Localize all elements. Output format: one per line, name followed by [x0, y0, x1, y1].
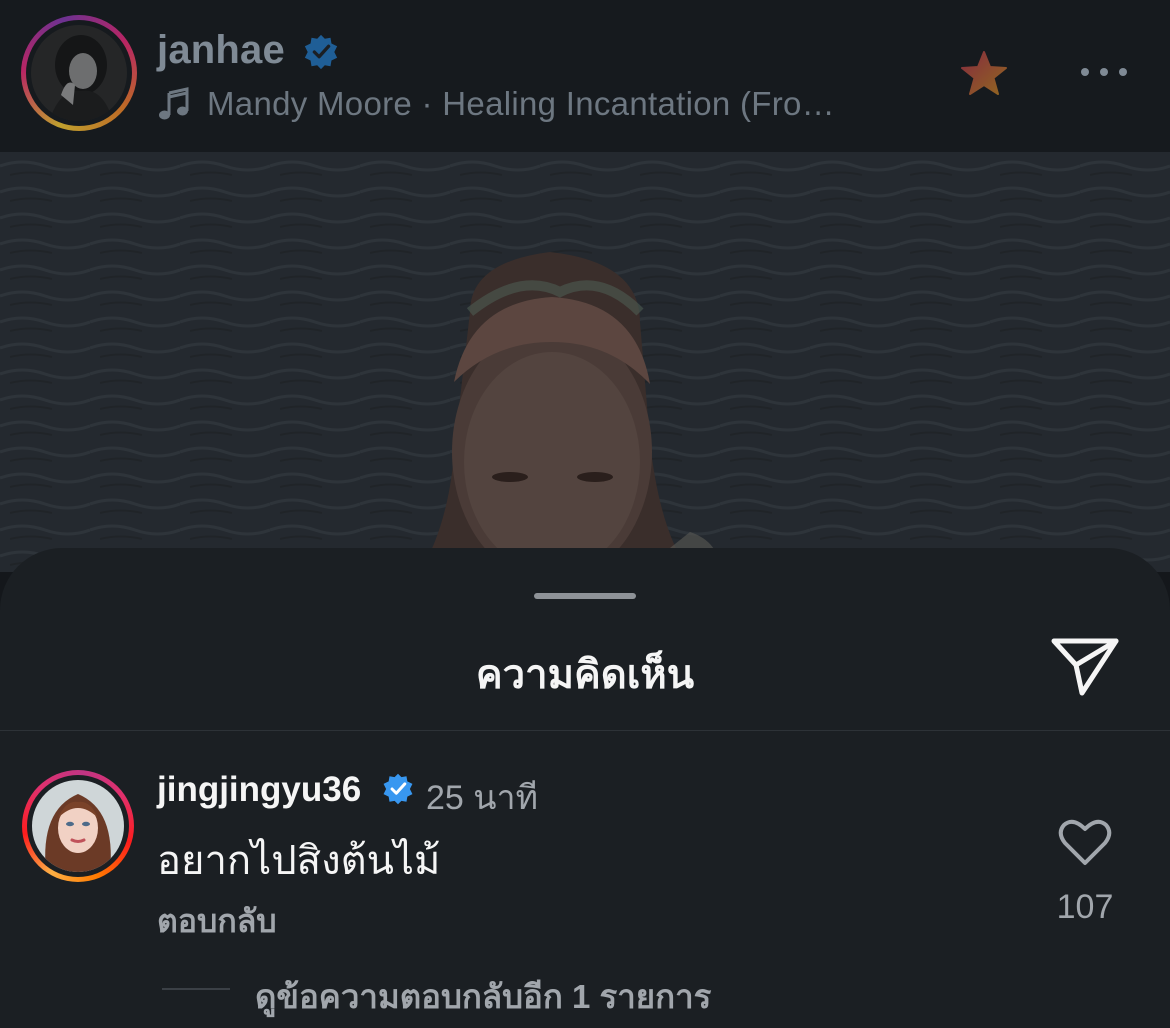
send-icon[interactable]	[1050, 633, 1122, 697]
sheet-divider	[0, 730, 1170, 731]
verified-badge-icon	[383, 773, 413, 805]
more-horizontal-icon[interactable]	[1078, 60, 1130, 84]
like-count: 107	[1056, 888, 1114, 926]
header-avatar-ring[interactable]	[21, 15, 137, 131]
post-username[interactable]: janhae	[157, 28, 285, 73]
comment-avatar-ring[interactable]	[22, 770, 134, 882]
comment-item: jingjingyu36 25 นาที อยากไปสิงต้นไม้ ตอบ…	[0, 748, 1170, 1028]
reply-button[interactable]: ตอบกลับ	[157, 896, 277, 947]
replies-divider-line	[162, 988, 230, 990]
comment-avatar[interactable]	[32, 780, 124, 872]
comment-username[interactable]: jingjingyu36	[157, 770, 361, 810]
music-note-icon	[159, 87, 189, 120]
sheet-title: ความคิดเห็น	[475, 653, 695, 697]
post-header: janhae Mandy Moore · Healing Incantation…	[0, 0, 1170, 152]
comment-timestamp: 25 นาที	[426, 779, 539, 817]
sheet-grabber[interactable]	[534, 593, 636, 599]
verified-badge-icon	[304, 34, 338, 70]
music-attribution[interactable]: Mandy Moore · Healing Incantation (Fro…	[157, 82, 835, 126]
comment-text: อยากไปสิงต้นไม้	[157, 839, 441, 883]
heart-outline-icon[interactable]	[1058, 818, 1112, 866]
music-text: Mandy Moore · Healing Incantation (Fro…	[207, 85, 835, 122]
screen: janhae Mandy Moore · Healing Incantation…	[0, 0, 1170, 1028]
star-icon[interactable]	[958, 50, 1010, 98]
post-image[interactable]	[0, 152, 1170, 572]
comments-sheet: ความคิดเห็น jingjingyu36 25 นาที อยากไปส…	[0, 548, 1170, 1028]
view-replies-button[interactable]: ดูข้อความตอบกลับอีก 1 รายการ	[255, 970, 711, 1023]
header-avatar[interactable]	[31, 25, 127, 121]
